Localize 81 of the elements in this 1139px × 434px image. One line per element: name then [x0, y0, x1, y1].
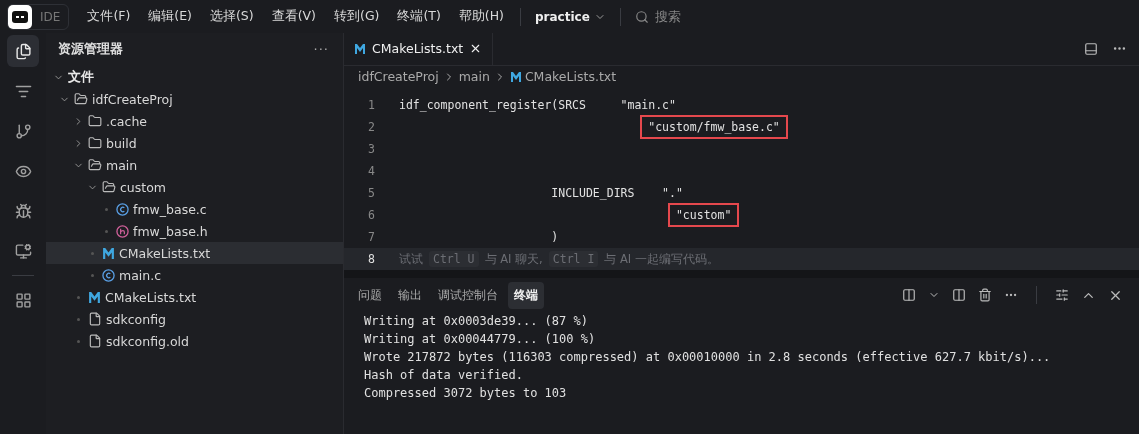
cmake-file-icon	[509, 70, 522, 83]
highlighted-code: "custom"	[669, 205, 738, 225]
hint-text: 试试	[399, 251, 423, 267]
code-text: idf_component_register(SRCS "main.c"	[399, 98, 676, 112]
trash-icon[interactable]	[978, 288, 992, 302]
line-number: 6	[367, 208, 376, 222]
tree-item[interactable]: idfCreateProj	[46, 88, 343, 110]
logo-icon	[8, 4, 32, 29]
tree-item[interactable]: sdkconfig.old	[46, 330, 343, 352]
tree-item[interactable]: build	[46, 132, 343, 154]
search-icon	[634, 9, 649, 24]
h-file-icon	[116, 224, 129, 238]
line-number: 2	[367, 120, 376, 134]
line-number: 5	[367, 186, 376, 200]
tree-item[interactable]: main	[46, 154, 343, 176]
cmake-file-icon	[102, 246, 115, 260]
split-icon[interactable]	[902, 288, 916, 302]
terminal-line: Hash of data verified.	[364, 367, 524, 384]
line-number: 3	[367, 142, 376, 156]
menu-item[interactable]: 编辑(E)	[140, 8, 200, 25]
branch-icon	[14, 122, 32, 140]
tree-item[interactable]: fmw_base.h	[46, 220, 343, 242]
monitor-icon	[14, 242, 32, 260]
cmake-file-icon	[354, 42, 366, 55]
folder-icon	[88, 158, 102, 172]
terminal-line: Writing at 0x00044779... (100 %)	[364, 331, 597, 348]
code-text: INCLUDE_DIRS "."	[550, 186, 683, 200]
line-number: 4	[367, 164, 376, 178]
terminal-line: Wrote 217872 bytes (116303 compressed) at 0x00010000 in 2.8 seconds (effective 627.7 kbit/s)...	[364, 349, 1052, 366]
files-icon	[14, 42, 32, 60]
workspace-dropdown[interactable]: practice	[529, 9, 612, 24]
menu-item[interactable]: 文件(F)	[79, 8, 139, 25]
activity-button[interactable]	[7, 35, 39, 67]
c-file-icon	[116, 202, 129, 216]
file-icon	[88, 312, 102, 326]
shortcut-key: Ctrl U	[429, 251, 479, 267]
split-icon[interactable]	[952, 288, 966, 302]
terminal-line: Compressed 3072 bytes to 103	[364, 385, 568, 402]
grid-icon	[14, 291, 32, 309]
sidebar-title: 资源管理器	[58, 41, 123, 58]
panel-tab[interactable]: 问题	[352, 281, 388, 309]
c-file-icon	[102, 268, 115, 282]
folder-icon	[74, 92, 88, 106]
search-button[interactable]: 搜索	[628, 7, 687, 26]
tree-item[interactable]: CMakeLists.txt	[46, 286, 343, 308]
hint-text: 与 AI 聊天,	[484, 251, 543, 267]
code-text: )	[550, 230, 559, 244]
folder-icon	[88, 136, 102, 150]
tree-item[interactable]: custom	[46, 176, 343, 198]
section-header[interactable]: 文件	[68, 68, 94, 86]
folder-icon	[102, 180, 116, 194]
tree-item[interactable]: main.c	[46, 264, 343, 286]
menu-item[interactable]: 转到(G)	[326, 8, 388, 25]
menu-item[interactable]: 帮助(H)	[450, 8, 512, 25]
menu-item[interactable]: 查看(V)	[263, 8, 324, 25]
panel-tab[interactable]: 终端	[508, 281, 544, 309]
line-number: 1	[367, 98, 376, 112]
bug-icon	[14, 202, 32, 220]
breadcrumb-item[interactable]: idfCreateProj	[358, 69, 439, 85]
cmake-file-icon	[88, 290, 101, 304]
tree-item[interactable]: fmw_base.c	[46, 198, 343, 220]
sliders-icon[interactable]	[1055, 288, 1069, 302]
line-number: 8	[367, 252, 376, 266]
highlighted-code: "custom/fmw_base.c"	[642, 117, 786, 137]
tree-item[interactable]: .cache	[46, 110, 343, 132]
panel-tab[interactable]: 调试控制台	[432, 281, 504, 309]
menu-item[interactable]: 选择(S)	[202, 8, 262, 25]
line-number: 7	[367, 230, 376, 244]
breadcrumb-item[interactable]: main	[458, 69, 490, 85]
tree-item[interactable]: CMakeLists.txt	[46, 242, 343, 264]
breadcrumb-item[interactable]: CMakeLists.txt	[509, 69, 617, 85]
logo-label: IDE	[40, 9, 61, 24]
terminal-line: Writing at 0x0003de39... (87 %)	[364, 313, 589, 330]
panel-layout-icon[interactable]	[1084, 41, 1098, 56]
file-icon	[88, 334, 102, 348]
folder-icon	[88, 114, 102, 128]
tree-item[interactable]: sdkconfig	[46, 308, 343, 330]
panel-tab[interactable]: 输出	[392, 281, 428, 309]
shortcut-key: Ctrl I	[548, 251, 599, 267]
more-button[interactable]: ···	[313, 42, 329, 57]
menu-item[interactable]: 终端(T)	[389, 8, 449, 25]
